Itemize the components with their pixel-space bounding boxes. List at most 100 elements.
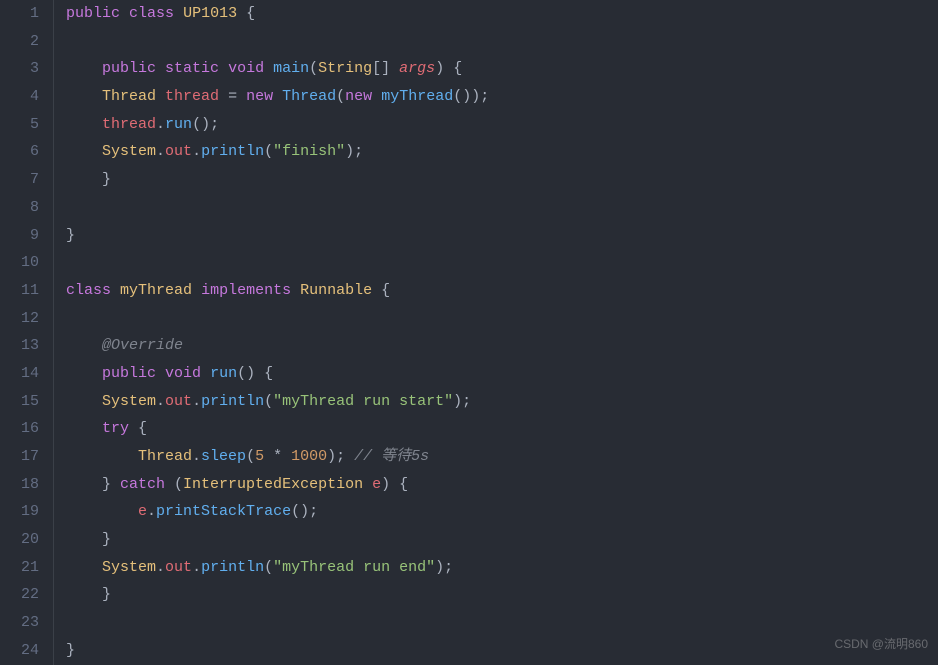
code-token: "myThread run end" — [273, 559, 435, 576]
code-line[interactable] — [66, 249, 489, 277]
line-number: 9 — [8, 222, 39, 250]
code-token: try — [102, 420, 129, 437]
code-token: ); — [435, 559, 453, 576]
code-line[interactable]: class myThread implements Runnable { — [66, 277, 489, 305]
code-token: } — [66, 171, 111, 188]
code-token: . — [156, 559, 165, 576]
line-number: 7 — [8, 166, 39, 194]
code-line[interactable]: } — [66, 526, 489, 554]
code-token: { — [372, 282, 390, 299]
code-token: . — [156, 143, 165, 160]
code-token: "finish" — [273, 143, 345, 160]
code-token: . — [156, 116, 165, 133]
watermark-text: CSDN @流明860 — [834, 631, 928, 659]
code-token: out — [165, 393, 192, 410]
code-token: thread — [165, 88, 219, 105]
line-number: 13 — [8, 332, 39, 360]
line-number: 16 — [8, 415, 39, 443]
code-token: thread — [102, 116, 156, 133]
code-token: . — [192, 559, 201, 576]
code-token: class — [66, 282, 111, 299]
code-token: ( — [165, 476, 183, 493]
code-token: * — [273, 448, 282, 465]
line-number: 6 — [8, 138, 39, 166]
code-token: } — [66, 642, 75, 659]
line-number: 4 — [8, 83, 39, 111]
code-line[interactable]: Thread.sleep(5 * 1000); // 等待5s — [66, 443, 489, 471]
code-token: args — [399, 60, 435, 77]
code-line[interactable]: } — [66, 637, 489, 665]
code-token — [66, 393, 102, 410]
code-line[interactable]: @Override — [66, 332, 489, 360]
code-line[interactable]: System.out.println("finish"); — [66, 138, 489, 166]
line-number: 22 — [8, 581, 39, 609]
code-token — [66, 60, 102, 77]
line-number-gutter: 123456789101112131415161718192021222324 — [0, 0, 54, 665]
code-token — [66, 116, 102, 133]
code-line[interactable]: public void run() { — [66, 360, 489, 388]
code-line[interactable] — [66, 194, 489, 222]
code-token: ( — [264, 559, 273, 576]
code-token: run — [165, 116, 192, 133]
code-token: new — [246, 88, 273, 105]
code-token: 5 — [255, 448, 264, 465]
code-line[interactable]: thread.run(); — [66, 111, 489, 139]
code-token: System — [102, 559, 156, 576]
code-line[interactable]: System.out.println("myThread run end"); — [66, 554, 489, 582]
code-line[interactable]: } — [66, 166, 489, 194]
code-line[interactable]: System.out.println("myThread run start")… — [66, 388, 489, 416]
code-token — [174, 5, 183, 22]
code-line[interactable]: public class UP1013 { — [66, 0, 489, 28]
code-token: (); — [192, 116, 219, 133]
code-line[interactable]: } catch (InterruptedException e) { — [66, 471, 489, 499]
line-number: 5 — [8, 111, 39, 139]
code-token — [291, 282, 300, 299]
code-token: [] — [372, 60, 399, 77]
code-token: InterruptedException — [183, 476, 363, 493]
code-token: sleep — [201, 448, 246, 465]
code-line[interactable]: e.printStackTrace(); — [66, 498, 489, 526]
code-token: public — [66, 5, 120, 22]
code-token — [201, 365, 210, 382]
code-line[interactable]: Thread thread = new Thread(new myThread(… — [66, 83, 489, 111]
code-area[interactable]: public class UP1013 { public static void… — [54, 0, 489, 665]
code-line[interactable] — [66, 609, 489, 637]
code-token — [282, 448, 291, 465]
code-line[interactable]: } — [66, 222, 489, 250]
code-token — [111, 282, 120, 299]
line-number: 2 — [8, 28, 39, 56]
code-line[interactable] — [66, 305, 489, 333]
code-token: 1000 — [291, 448, 327, 465]
code-line[interactable]: } — [66, 581, 489, 609]
code-token: e — [138, 503, 147, 520]
code-line[interactable] — [66, 28, 489, 56]
code-token: } — [66, 531, 111, 548]
code-token: ) { — [435, 60, 462, 77]
code-token: run — [210, 365, 237, 382]
line-number: 12 — [8, 305, 39, 333]
code-token: e — [372, 476, 381, 493]
line-number: 14 — [8, 360, 39, 388]
code-token — [66, 559, 102, 576]
code-token: ) { — [381, 476, 408, 493]
code-token: () { — [237, 365, 273, 382]
code-token: @Override — [102, 337, 183, 354]
code-token — [363, 476, 372, 493]
code-token: static — [165, 60, 219, 77]
line-number: 10 — [8, 249, 39, 277]
code-token: printStackTrace — [156, 503, 291, 520]
code-token: println — [201, 143, 264, 160]
code-editor: 123456789101112131415161718192021222324 … — [0, 0, 938, 665]
code-line[interactable]: public static void main(String[] args) { — [66, 55, 489, 83]
line-number: 18 — [8, 471, 39, 499]
line-number: 24 — [8, 637, 39, 665]
line-number: 19 — [8, 498, 39, 526]
code-token: out — [165, 143, 192, 160]
code-token: } — [66, 586, 111, 603]
code-token: . — [147, 503, 156, 520]
code-line[interactable]: try { — [66, 415, 489, 443]
code-token: ); — [327, 448, 354, 465]
code-token: . — [192, 393, 201, 410]
line-number: 15 — [8, 388, 39, 416]
line-number: 3 — [8, 55, 39, 83]
